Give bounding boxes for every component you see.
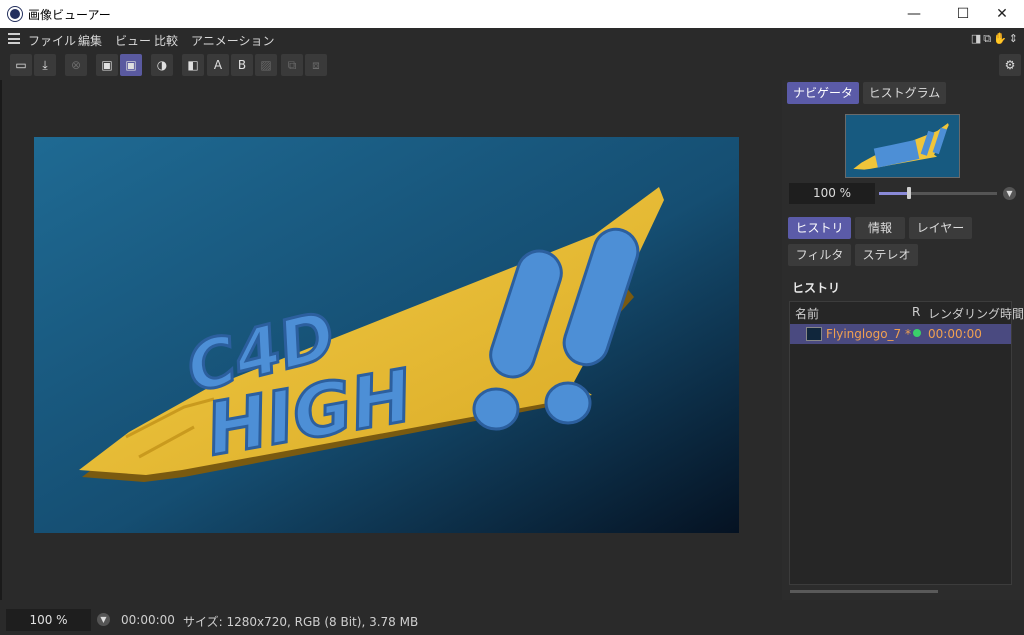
swap-b-icon[interactable]: ⧈ — [305, 54, 327, 76]
render-canvas: C4D HIGH — [34, 137, 739, 533]
minimize-button[interactable]: — — [892, 0, 936, 28]
menu-animation[interactable]: アニメーション — [191, 32, 275, 49]
popout-icon[interactable]: ⧉ — [983, 32, 993, 45]
history-table: 名前 R レンダリング時間 Flyinglogo_7 * 00:00:00 — [789, 301, 1024, 585]
open-folder-icon[interactable]: ▭ — [10, 54, 32, 76]
compare-a-button[interactable]: A — [207, 54, 229, 76]
tab-histogram[interactable]: ヒストグラム — [863, 82, 946, 104]
stop-render-icon[interactable]: ⊗ — [65, 54, 87, 76]
save-icon[interactable]: ⤓ — [34, 54, 56, 76]
image-icon[interactable]: ▨ — [255, 54, 277, 76]
tab-stereo[interactable]: ステレオ — [855, 244, 918, 266]
pin-icon[interactable]: ⇕ — [1009, 32, 1020, 45]
menu-file[interactable]: ファイル — [28, 32, 76, 49]
history-item-time: 00:00:00 — [928, 327, 982, 341]
render-status-dot — [913, 329, 921, 337]
menu-edit[interactable]: 編集 — [78, 32, 102, 49]
maximize-button[interactable]: ☐ — [941, 0, 985, 28]
settings-gear-icon[interactable]: ⚙ — [999, 54, 1021, 76]
history-header: 名前 R レンダリング時間 — [790, 302, 1024, 322]
hamburger-menu-icon[interactable] — [8, 33, 20, 44]
toolbar: ▭ ⤓ ⊗ ▣ ▣ ◑ ◧ A B ▨ ⧉ ⧈ ⚙ — [0, 52, 1024, 78]
tab-info[interactable]: 情報 — [855, 217, 905, 239]
tab-layers[interactable]: レイヤー — [909, 217, 972, 239]
hand-icon[interactable]: ✋ — [993, 32, 1009, 45]
menu-bar: ファイル 編集 ビュー 比較 アニメーション ◨⧉✋⇕ — [0, 28, 1024, 50]
zoom-dropdown-icon[interactable]: ▼ — [1003, 187, 1016, 200]
cinema4d-app-icon — [8, 7, 22, 21]
contrast-icon[interactable]: ◑ — [151, 54, 173, 76]
title-bar: 画像ビューアー — ☐ ✕ — [0, 0, 1024, 28]
status-zoom-field[interactable]: 100 % — [6, 609, 91, 631]
exclamation-dot-2 — [544, 381, 592, 425]
tab-history[interactable]: ヒストリ — [788, 217, 851, 239]
compare-ab-icon[interactable]: ◧ — [182, 54, 204, 76]
layout-icons: ◨⧉✋⇕ — [971, 32, 1020, 46]
zoom-slider-fill — [879, 192, 909, 195]
left-dock-edge — [0, 80, 2, 600]
history-item-name: Flyinglogo_7 * — [826, 327, 911, 341]
navigator-zoom-field[interactable]: 100 % — [789, 183, 875, 204]
status-bar: 100 % ▼ 00:00:00 サイズ: 1280x720, RGB (8 B… — [0, 605, 1024, 635]
rendered-image[interactable]: C4D HIGH — [34, 137, 739, 533]
menu-compare[interactable]: 比較 — [154, 32, 178, 49]
menu-view[interactable]: ビュー — [115, 32, 151, 49]
column-r[interactable]: R — [912, 305, 920, 319]
column-render-time[interactable]: レンダリング時間 — [928, 305, 1024, 322]
history-thumbnail-icon — [806, 327, 822, 341]
tab-navigator[interactable]: ナビゲータ — [787, 82, 859, 104]
status-render-time: 00:00:00 — [121, 613, 175, 627]
history-section-title: ヒストリ — [792, 281, 841, 295]
panel-toggle-icon[interactable]: ◨ — [971, 32, 983, 45]
navigator-thumbnail[interactable] — [845, 114, 960, 178]
window-title: 画像ビューアー — [28, 8, 111, 22]
swap-icon[interactable]: ⧉ — [281, 54, 303, 76]
tab-filter[interactable]: フィルタ — [788, 244, 851, 266]
zoom-slider-knob[interactable] — [906, 187, 911, 199]
image-viewer-window: 画像ビューアー — ☐ ✕ ファイル 編集 ビュー 比較 アニメーション ◨⧉✋… — [0, 0, 1024, 635]
close-button[interactable]: ✕ — [980, 0, 1024, 28]
active-region-icon[interactable]: ▣ — [120, 54, 142, 76]
navigator-zoom-slider[interactable] — [879, 187, 997, 199]
column-name[interactable]: 名前 — [795, 305, 819, 322]
compare-b-button[interactable]: B — [231, 54, 253, 76]
region-render-icon[interactable]: ▣ — [96, 54, 118, 76]
history-row[interactable]: Flyinglogo_7 * 00:00:00 — [790, 324, 1011, 344]
history-horizontal-scrollbar[interactable] — [790, 590, 938, 593]
exclamation-dot-1 — [472, 387, 520, 431]
status-image-info: サイズ: 1280x720, RGB (8 Bit), 3.78 MB — [183, 615, 419, 629]
status-zoom-dropdown-icon[interactable]: ▼ — [97, 613, 110, 626]
